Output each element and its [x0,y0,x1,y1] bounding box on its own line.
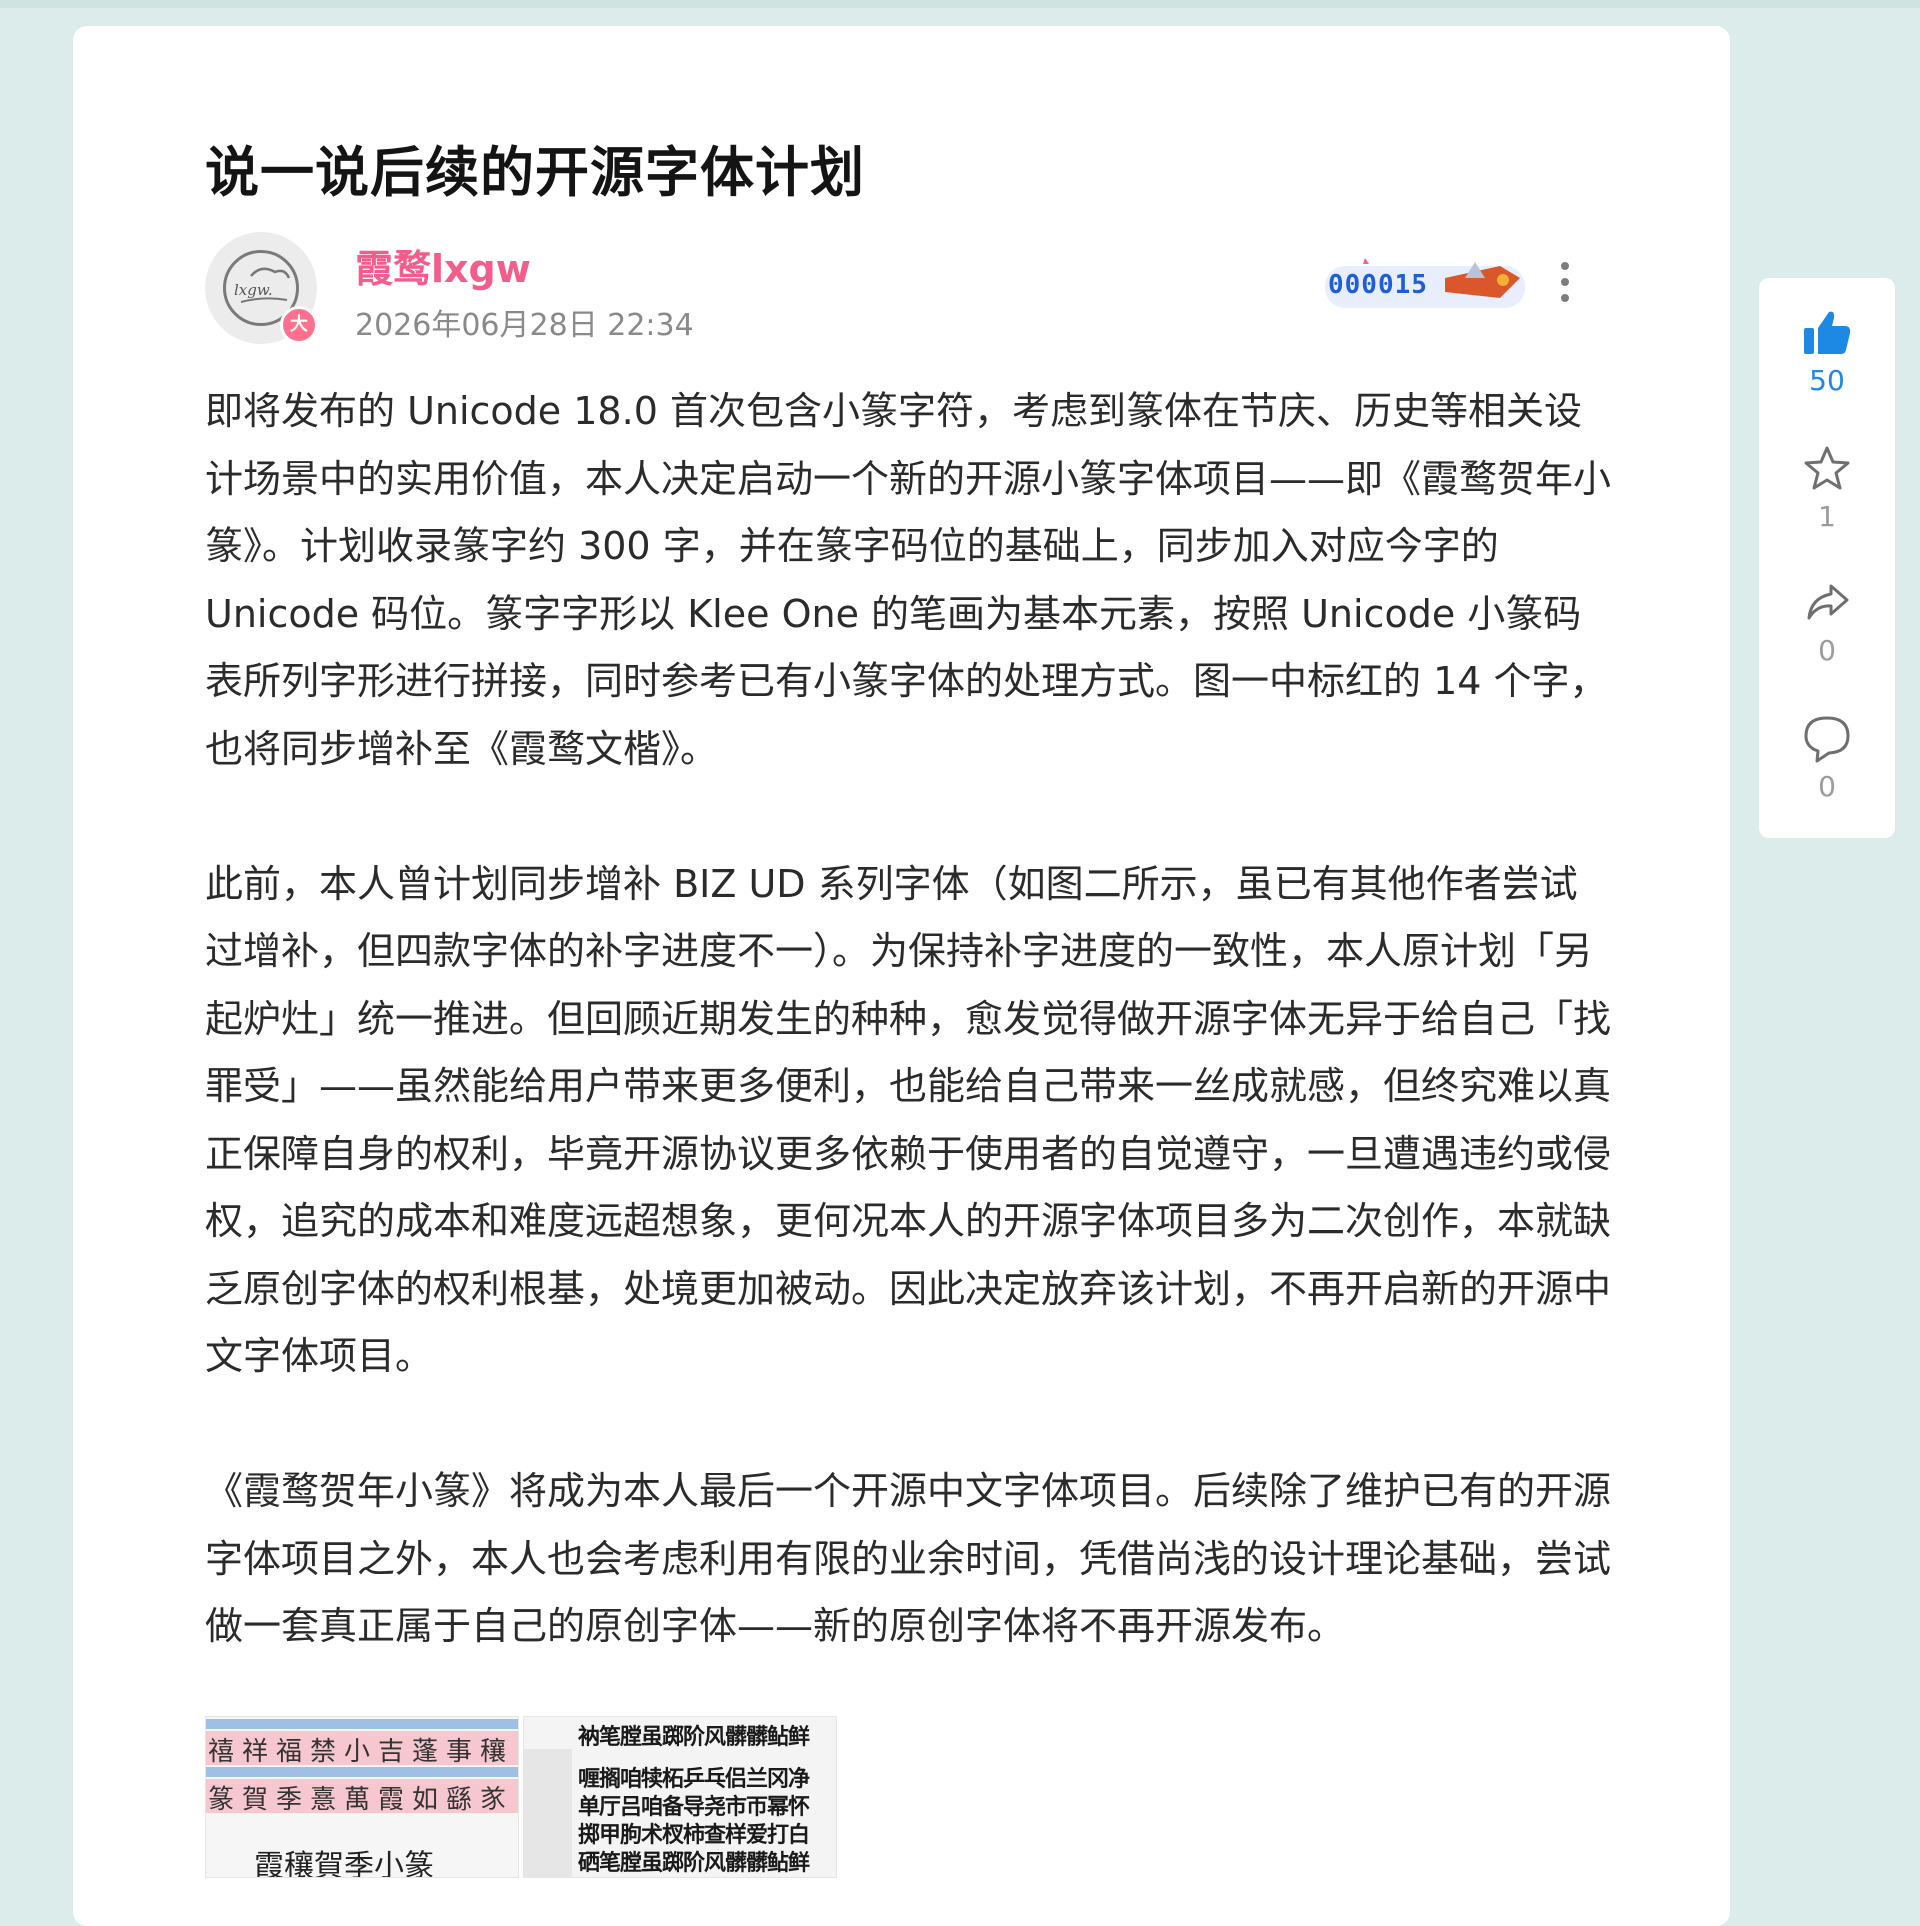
image-gallery: 禧祥福禁小吉蓬事穰 篆賀季憙萬霞如繇㒸 霞穰賀季小篆 衲笔膛虽踯阶风髒髒鲇鲜 喱… [205,1716,837,1878]
star-icon [1804,446,1850,490]
image-caption: 霞穰賀季小篆 [254,1849,434,1878]
author-name[interactable]: 霞鹜lxgw [355,238,531,293]
image-glyph-row: 禧祥福禁小吉蓬事穰 [208,1737,515,1767]
dot-icon [1561,294,1569,302]
article-body: 即将发布的 Unicode 18.0 首次包含小篆字符，考虑到篆体在节庆、历史等… [205,378,1615,1728]
share-icon [1807,584,1849,620]
favorite-count: 1 [1818,500,1836,533]
image-header-bar [206,1767,518,1777]
image-sidepanel [524,1749,572,1877]
image-header-bar [206,1719,518,1729]
comment-icon [1804,716,1850,763]
image-text-line: 硒笔膛虽踯阶风髒髒鲇鲜 [578,1851,810,1876]
dot-icon [1561,262,1569,270]
like-count: 50 [1809,364,1845,397]
paragraph: 即将发布的 Unicode 18.0 首次包含小篆字符，考虑到篆体在节庆、历史等… [205,389,1612,771]
like-button[interactable]: 50 [1759,308,1895,397]
share-button[interactable]: 0 [1759,578,1895,667]
image-thumbnail-2[interactable]: 衲笔膛虽踯阶风髒髒鲇鲜 喱搁咱犊柘乒乓侣兰冈净 单厅吕咱备导尧市帀幂怀 掷甲朐术… [523,1716,837,1878]
image-glyph-row: 篆賀季憙萬霞如繇㒸 [208,1785,515,1815]
paragraph: 《霞鹜贺年小篆》将成为本人最后一个开源中文字体项目。后续除了维护已有的开源字体项… [205,1469,1612,1648]
post-date: 2026年06月28日 22:34 [355,308,694,343]
avatar-text: lxgw. [234,281,273,299]
action-sidebar: 50 1 0 0 [1759,278,1895,838]
paragraph: 此前，本人曾计划同步增补 BIZ UD 系列字体（如图二所示，虽已有其他作者尝试… [205,861,1612,1379]
favorite-button[interactable]: 1 [1759,444,1895,533]
level-badge: 大 [280,306,318,344]
comment-count: 0 [1818,770,1836,803]
share-count: 0 [1818,634,1836,667]
dot-icon [1561,278,1569,286]
comment-button[interactable]: 0 [1759,714,1895,803]
article-title: 说一说后续的开源字体计划 [205,141,865,204]
medal-badge[interactable]: 000015 [1325,248,1525,318]
medal-label: 000015 [1328,270,1428,300]
image-thumbnail-1[interactable]: 禧祥福禁小吉蓬事穰 篆賀季憙萬霞如繇㒸 霞穰賀季小篆 [205,1716,519,1878]
more-options-button[interactable] [1558,262,1572,308]
thumbs-up-icon [1804,311,1851,354]
page-top-strip [0,0,1920,8]
image-text-line: 衲笔膛虽踯阶风髒髒鲇鲜 [578,1725,810,1750]
